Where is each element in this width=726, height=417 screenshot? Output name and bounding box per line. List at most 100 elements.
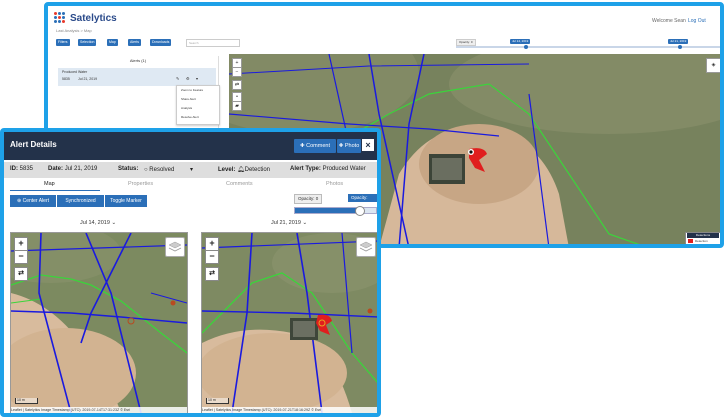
alert-type: Produced Water bbox=[62, 70, 88, 74]
dialog-title: Alert Details bbox=[10, 140, 57, 149]
menu-item-analysis[interactable]: Analysis bbox=[177, 104, 219, 113]
crosshair-icon: ⊕ bbox=[17, 198, 22, 204]
opacity-min-label: Opacity: 0 bbox=[294, 194, 323, 204]
compare-icon[interactable]: ⇄ bbox=[232, 80, 242, 90]
chevron-down-icon: ⌄ bbox=[111, 220, 117, 226]
breadcrumb: Last Analysis > Map bbox=[56, 28, 92, 33]
synchronized-button[interactable]: Synchronized bbox=[57, 195, 104, 207]
alert-context-menu: Zoom to Feature Share Alert Analysis Res… bbox=[176, 85, 220, 125]
tab-map[interactable]: Map bbox=[44, 181, 55, 187]
status-select[interactable]: ○ Resolved ▾ bbox=[144, 166, 193, 173]
date-label: Date: bbox=[48, 166, 64, 172]
more-menu-icon[interactable]: ▾ bbox=[196, 76, 198, 81]
alert-list-item[interactable]: Produced Water 5835 Jul 21, 2019 ✎ ⚙ ▾ bbox=[58, 68, 216, 86]
menu-item-resolve[interactable]: Resolve Alert bbox=[177, 113, 219, 122]
opacity-current-label: Opacity: 0.4 bbox=[348, 194, 377, 208]
comment-button-label: Comment bbox=[306, 143, 330, 149]
left-scale-bar: 10 m bbox=[15, 398, 38, 404]
legend-item: Detection bbox=[695, 239, 708, 243]
opacity-slider-fill bbox=[295, 208, 360, 213]
right-zoom-out-button[interactable]: − bbox=[205, 250, 219, 264]
alert-details-dialog: Alert Details ✚ Comment ✚ Photo × ID: 58… bbox=[0, 128, 381, 417]
chevron-down-icon: ▾ bbox=[189, 167, 193, 173]
legend: Detections Detection bbox=[685, 232, 720, 244]
alerts-button[interactable]: Alerts bbox=[128, 39, 141, 46]
photo-button-label: Photo bbox=[344, 143, 360, 149]
selection-button[interactable]: Selection bbox=[78, 39, 97, 46]
menu-item-zoom[interactable]: Zoom to Feature bbox=[177, 86, 219, 95]
level-field: Level: 🔔︎Detection bbox=[218, 166, 270, 173]
status-value: Resolved bbox=[149, 167, 175, 173]
layers-icon[interactable]: ◈ bbox=[706, 58, 720, 73]
status-label: Status: bbox=[118, 166, 139, 172]
search-input[interactable]: Search bbox=[186, 39, 240, 47]
right-zoom-in-button[interactable]: + bbox=[205, 237, 219, 251]
right-map-attribution: Leaflet | Satelytics Image Timestamp (UT… bbox=[202, 407, 377, 413]
satelytics-logo-icon bbox=[54, 12, 68, 26]
date-a-label: Jul 14, 2019 bbox=[510, 39, 531, 44]
logout-link[interactable]: Log Out bbox=[688, 18, 706, 24]
status-field: Status: bbox=[118, 166, 138, 172]
tab-comments[interactable]: Comments bbox=[226, 181, 253, 187]
welcome-text: Welcome Sean bbox=[652, 18, 686, 24]
left-map-date: Jul 14, 2019 bbox=[79, 220, 110, 226]
right-scale-bar: 10 m bbox=[206, 398, 229, 404]
left-zoom-out-button[interactable]: − bbox=[14, 250, 28, 264]
tab-properties[interactable]: Properties bbox=[128, 181, 153, 187]
type-label: Alert Type: bbox=[290, 166, 321, 172]
left-compare-icon[interactable]: ⇄ bbox=[14, 267, 28, 281]
time-slider-knob-a[interactable] bbox=[524, 45, 528, 49]
id-label: ID: bbox=[10, 166, 18, 172]
type-value: Produced Water bbox=[322, 166, 366, 172]
alerts-title: Alerts (1) bbox=[129, 58, 147, 63]
date-field: Date: Jul 21, 2019 bbox=[48, 166, 97, 172]
center-alert-label: Center Alert bbox=[22, 198, 49, 204]
opacity-slider[interactable] bbox=[294, 206, 377, 216]
date-value: Jul 21, 2019 bbox=[64, 166, 98, 172]
time-slider-track[interactable] bbox=[456, 46, 720, 48]
dialog-header: Alert Details ✚ Comment ✚ Photo × bbox=[4, 132, 377, 160]
right-compare-icon[interactable]: ⇄ bbox=[205, 267, 219, 281]
left-zoom-in-button[interactable]: + bbox=[14, 237, 28, 251]
alert-date: Jul 21, 2019 bbox=[78, 77, 98, 81]
map-button[interactable]: Map bbox=[107, 39, 118, 46]
time-slider-knob-b[interactable] bbox=[678, 45, 682, 49]
bell-icon: 🔔︎ bbox=[237, 167, 245, 173]
photo-button[interactable]: ✚ Photo bbox=[337, 139, 361, 153]
menu-item-share[interactable]: Share Alert bbox=[177, 95, 219, 104]
date-b-label: Jul 21, 2019 bbox=[668, 39, 689, 44]
opacity-label: Opacity: 0 bbox=[456, 39, 476, 46]
zoom-out-button[interactable]: − bbox=[232, 67, 242, 77]
legend-swatch bbox=[688, 239, 693, 243]
layers-stack-icon bbox=[359, 241, 373, 252]
center-alert-button[interactable]: ⊕ Center Alert bbox=[10, 195, 56, 207]
downloads-button[interactable]: Downloads bbox=[150, 39, 172, 46]
left-map[interactable]: + − ⇄ 10 m Leaflet | Satelytics Image Ti… bbox=[10, 232, 188, 413]
close-button[interactable]: × bbox=[362, 139, 374, 151]
alert-id: 5835 bbox=[62, 77, 70, 81]
type-field: Alert Type: Produced Water bbox=[290, 166, 366, 172]
app-name: Satelytics bbox=[70, 13, 117, 24]
layers-stack-icon bbox=[168, 241, 182, 252]
right-map[interactable]: + − ⇄ 10 m Leaflet | Satelytics Image Ti… bbox=[201, 232, 377, 413]
left-map-date-select[interactable]: Jul 14, 2019 ⌄ bbox=[10, 217, 186, 229]
toggle-marker-button[interactable]: Toggle Marker bbox=[105, 195, 147, 207]
left-layers-icon[interactable] bbox=[165, 237, 185, 257]
edit-icon[interactable]: ✎ bbox=[176, 76, 179, 81]
level-label: Level: bbox=[218, 167, 236, 173]
draw-shape-icon[interactable]: ▰ bbox=[232, 101, 242, 111]
active-tab-indicator bbox=[10, 190, 100, 191]
opacity-slider-knob[interactable] bbox=[354, 206, 365, 216]
radio-icon: ○ bbox=[144, 167, 148, 173]
chevron-down-icon: ⌄ bbox=[302, 220, 308, 226]
level-value: Detection bbox=[244, 167, 270, 173]
right-layers-icon[interactable] bbox=[356, 237, 376, 257]
comment-button[interactable]: ✚ Comment bbox=[294, 139, 336, 153]
alert-info-bar: ID: 5835 Date: Jul 21, 2019 Status: ○ Re… bbox=[4, 162, 377, 178]
filters-button[interactable]: Filters bbox=[56, 39, 70, 46]
settings-icon[interactable]: ⚙ bbox=[186, 76, 190, 81]
right-map-date-select[interactable]: Jul 21, 2019 ⌄ bbox=[201, 217, 377, 229]
left-map-imagery bbox=[11, 233, 187, 413]
tab-photos[interactable]: Photos bbox=[326, 181, 343, 187]
id-value: 5835 bbox=[19, 166, 34, 172]
